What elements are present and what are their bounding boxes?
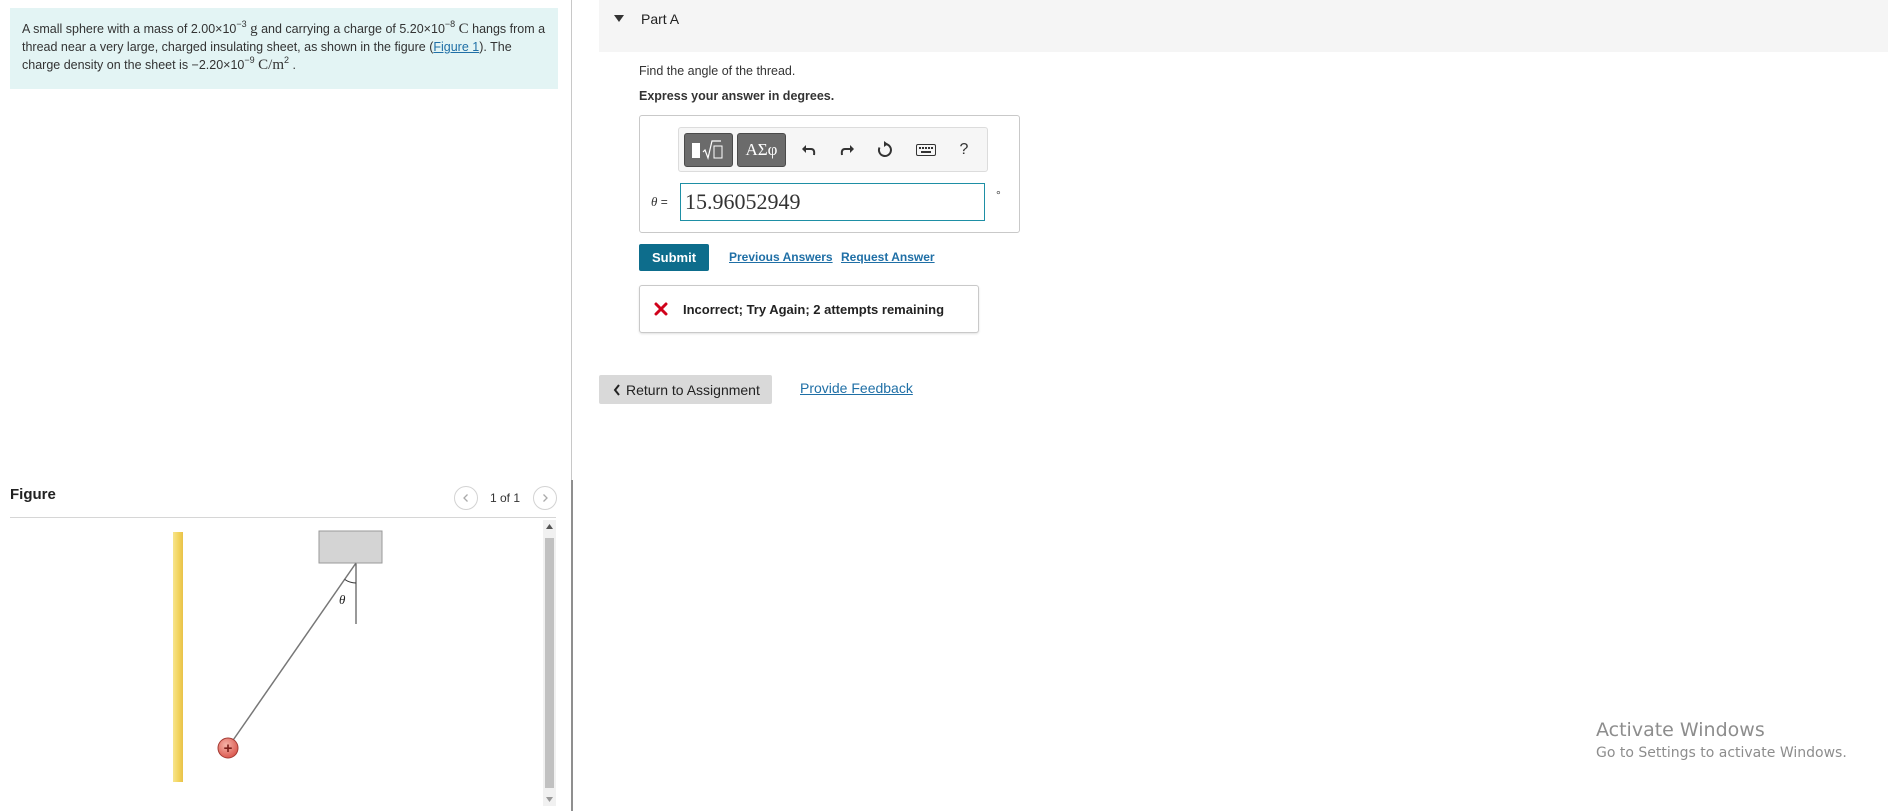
reset-icon [877, 141, 892, 157]
left-pane: A small sphere with a mass of 2.00×10−3 … [0, 0, 572, 811]
submit-button[interactable]: Submit [639, 244, 709, 271]
charged-sheet [173, 532, 183, 782]
degree-unit: ° [996, 188, 1001, 202]
support-block [318, 530, 383, 564]
angle-label: θ [339, 592, 346, 607]
answer-box: ΑΣφ ? θ = ° [639, 115, 1020, 233]
part-title[interactable]: Part A [641, 11, 679, 27]
scrollbar-thumb[interactable] [545, 538, 554, 788]
mass-unit: g [250, 21, 258, 37]
return-to-assignment-button[interactable]: Return to Assignment [599, 375, 772, 404]
redo-button[interactable] [834, 137, 860, 163]
activation-watermark-subtitle: Go to Settings to activate Windows. [1596, 745, 1847, 761]
figure-divider [10, 517, 556, 518]
caret-down-icon[interactable] [614, 15, 624, 23]
chevron-right-icon [543, 494, 548, 502]
figure-link[interactable]: Figure 1 [433, 40, 479, 54]
density-unit: C/m [258, 57, 284, 73]
charge-exponent: −8 [444, 19, 456, 29]
previous-figure-button[interactable] [454, 486, 478, 510]
part-header[interactable] [599, 0, 1888, 52]
figure-title: Figure [10, 486, 56, 503]
next-figure-button[interactable] [533, 486, 557, 510]
charge-sign: + [224, 740, 233, 757]
redo-icon [840, 145, 854, 156]
equals-sign: = [657, 195, 668, 209]
angle-arc [344, 578, 357, 584]
request-answer-link[interactable]: Request Answer [841, 250, 935, 264]
problem-text-5: . [289, 58, 296, 72]
scroll-down-arrow-icon[interactable] [543, 793, 556, 806]
templates-icon [691, 140, 722, 161]
math-toolbar: ΑΣφ ? [678, 127, 988, 172]
question-text: Find the angle of the thread. [639, 64, 796, 78]
problem-text-2: and carrying a charge of 5.20×10 [257, 22, 445, 36]
feedback-box: Incorrect; Try Again; 2 attempts remaini… [639, 285, 979, 333]
charge-unit: C [458, 21, 469, 37]
figure-image: θ + [173, 530, 383, 782]
return-label: Return to Assignment [626, 381, 760, 398]
undo-button[interactable] [796, 137, 822, 163]
feedback-message: Incorrect; Try Again; 2 attempts remaini… [683, 302, 945, 317]
figure-pager: 1 of 1 [490, 491, 521, 505]
keyboard-button[interactable] [913, 137, 939, 163]
pane-resize-handle[interactable] [571, 480, 573, 811]
keyboard-icon [916, 144, 936, 156]
previous-answers-link[interactable]: Previous Answers [729, 250, 833, 264]
answer-variable-label: θ = [651, 194, 668, 210]
instruction-text: Express your answer in degrees. [639, 89, 835, 103]
chevron-left-small-icon [613, 383, 620, 396]
density-exponent: −9 [244, 55, 255, 65]
help-button[interactable]: ? [951, 137, 977, 163]
chevron-left-icon [463, 494, 468, 502]
x-mark-icon [654, 302, 668, 316]
symbols-button[interactable]: ΑΣφ [737, 133, 786, 167]
provide-feedback-link[interactable]: Provide Feedback [800, 380, 913, 396]
scroll-up-arrow-icon[interactable] [543, 520, 556, 533]
figure-scrollbar[interactable] [543, 520, 556, 806]
undo-icon [802, 145, 816, 156]
templates-button[interactable] [684, 133, 733, 167]
mass-exponent: −3 [236, 19, 247, 29]
thread [228, 562, 357, 747]
activation-watermark-title: Activate Windows [1596, 719, 1765, 741]
reset-button[interactable] [872, 137, 898, 163]
problem-statement: A small sphere with a mass of 2.00×10−3 … [10, 8, 558, 89]
problem-text-1: A small sphere with a mass of 2.00×10 [22, 22, 237, 36]
answer-input[interactable] [680, 183, 985, 221]
